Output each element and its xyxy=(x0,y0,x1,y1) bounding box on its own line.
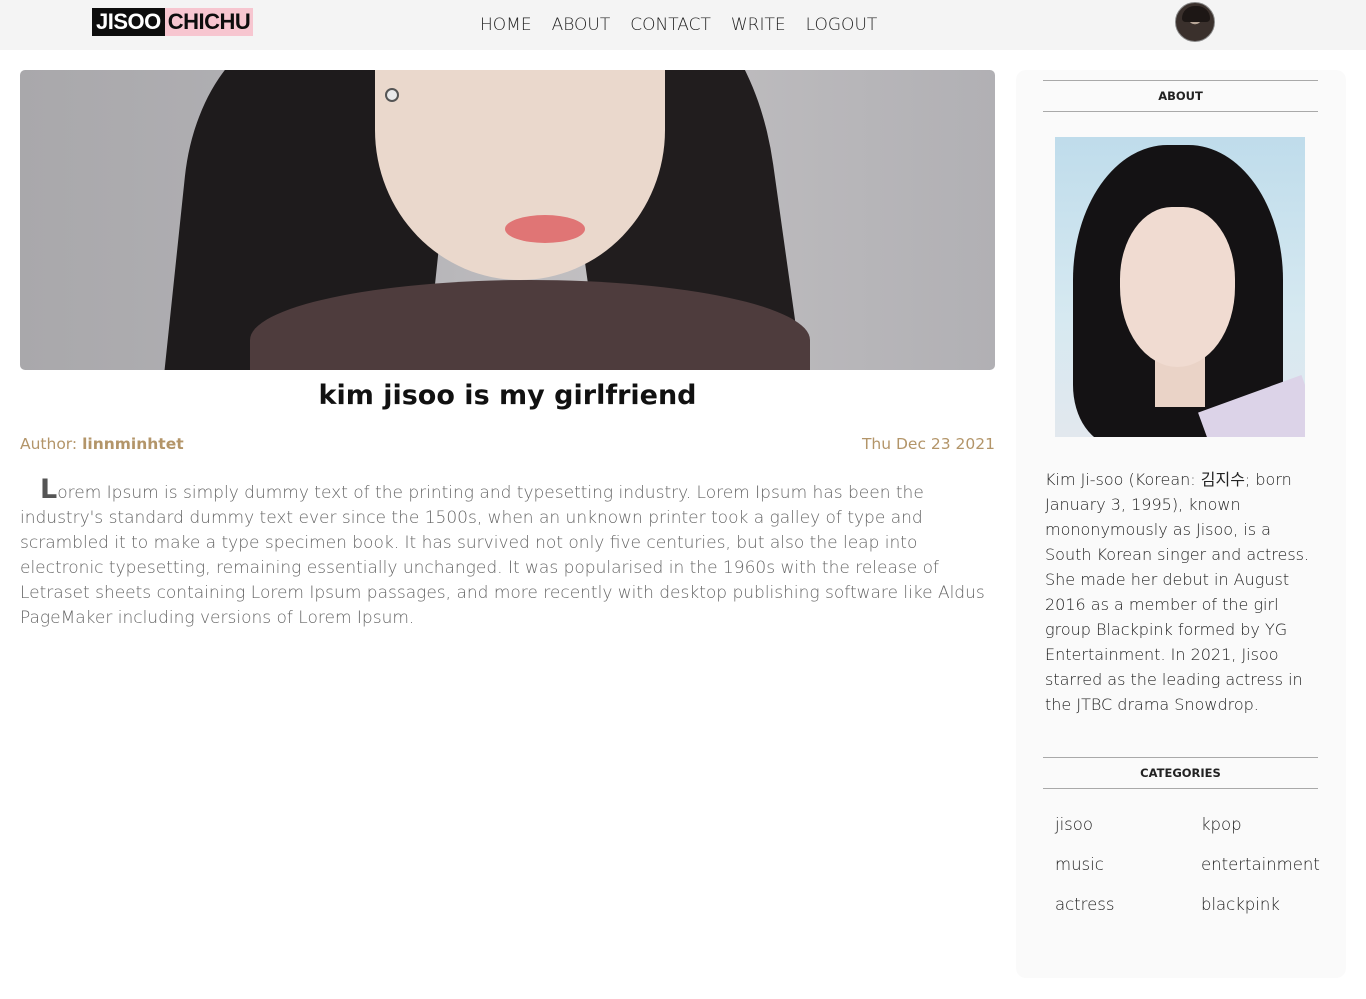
nav-about[interactable]: ABOUT xyxy=(542,15,621,35)
nav-home[interactable]: HOME xyxy=(470,15,542,35)
category-actress[interactable]: actress xyxy=(1055,893,1201,917)
nav-contact[interactable]: CONTACT xyxy=(620,15,721,35)
sidebar: ABOUT Kim Ji-soo (Korean: 김지수; born Janu… xyxy=(1016,70,1346,978)
categories-heading: CATEGORIES xyxy=(1043,757,1318,789)
nav-write[interactable]: WRITE xyxy=(721,15,796,35)
post-hero-image xyxy=(20,70,995,370)
author-label: Author: xyxy=(20,435,83,453)
about-heading: ABOUT xyxy=(1043,80,1318,112)
logo-part-2: CHICHU xyxy=(164,8,254,36)
about-photo xyxy=(1055,137,1305,437)
logo-part-1: JISOO xyxy=(92,8,165,36)
post-title: kim jisoo is my girlfriend xyxy=(318,380,697,411)
categories-list: jisoo kpop music entertainment actress b… xyxy=(1055,813,1335,917)
nav-logout[interactable]: LOGOUT xyxy=(796,15,888,35)
category-jisoo[interactable]: jisoo xyxy=(1055,813,1201,837)
category-music[interactable]: music xyxy=(1055,853,1201,877)
main-nav: HOME ABOUT CONTACT WRITE LOGOUT xyxy=(470,0,887,50)
user-avatar[interactable] xyxy=(1175,2,1215,42)
about-text: Kim Ji-soo (Korean: 김지수; born January 3,… xyxy=(1045,470,1310,714)
post-body: Lorem Ipsum is simply dummy text of the … xyxy=(20,474,985,628)
post-author: Author: linnminhtet xyxy=(20,435,184,453)
category-kpop[interactable]: kpop xyxy=(1201,813,1335,837)
post-date: Thu Dec 23 2021 xyxy=(861,435,995,453)
category-blackpink[interactable]: blackpink xyxy=(1201,893,1335,917)
category-entertainment[interactable]: entertainment xyxy=(1201,853,1335,877)
site-logo[interactable]: JISOO CHICHU xyxy=(92,8,254,36)
author-link[interactable]: linnminhtet xyxy=(82,435,184,453)
top-bar: JISOO CHICHU HOME ABOUT CONTACT WRITE LO… xyxy=(0,0,1366,50)
